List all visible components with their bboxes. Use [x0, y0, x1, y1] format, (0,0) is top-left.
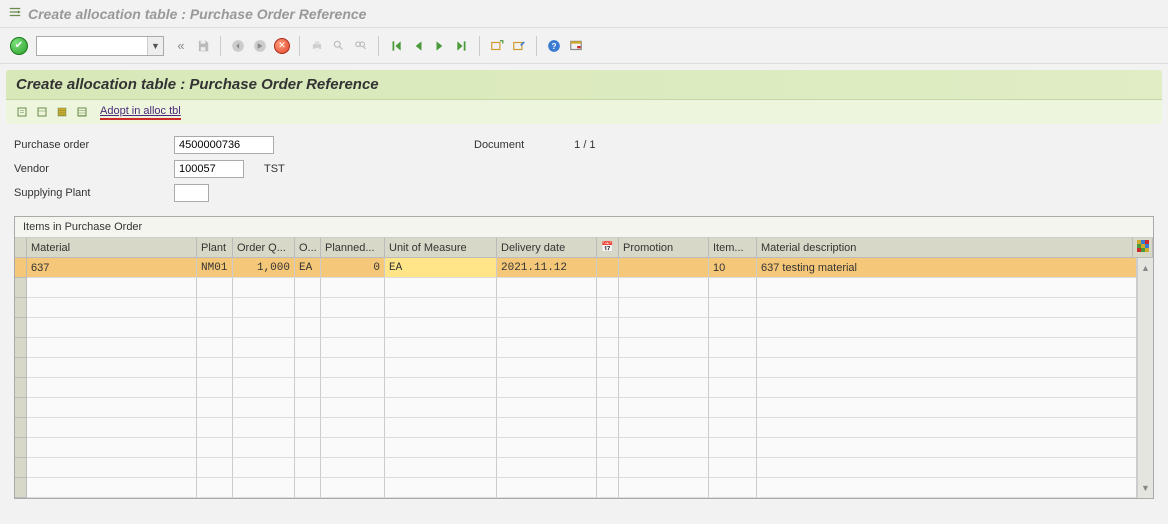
col-calendar-icon[interactable]: 📅: [597, 238, 619, 258]
svg-text:?: ?: [552, 41, 557, 50]
cell-item[interactable]: 10: [709, 258, 757, 278]
detail-icon[interactable]: [14, 104, 30, 120]
table-row-empty[interactable]: [15, 398, 1153, 418]
deselect-all-icon[interactable]: [74, 104, 90, 120]
col-plant[interactable]: Plant: [197, 238, 233, 258]
window-title: Create allocation table : Purchase Order…: [28, 6, 366, 22]
plant-input[interactable]: [174, 184, 209, 202]
col-description[interactable]: Material description: [757, 238, 1133, 258]
form-area: Purchase order Document 1 / 1 Vendor TST…: [6, 124, 1162, 216]
cancel-icon[interactable]: ✕: [273, 37, 291, 55]
cell-calendar[interactable]: [597, 258, 619, 278]
table-row-empty[interactable]: ▼: [15, 478, 1153, 498]
scroll-up-icon[interactable]: ▲: [1137, 258, 1153, 278]
po-label: Purchase order: [14, 139, 174, 151]
command-input[interactable]: [37, 37, 147, 55]
col-planned[interactable]: Planned...: [321, 238, 385, 258]
table-row-empty[interactable]: [15, 338, 1153, 358]
row-handle-header[interactable]: [15, 238, 27, 258]
calendar-icon: 📅: [601, 242, 613, 253]
scroll-down-icon[interactable]: ▼: [1137, 478, 1153, 498]
table-row-empty[interactable]: [15, 438, 1153, 458]
exit-icon[interactable]: [251, 37, 269, 55]
overview-icon[interactable]: [34, 104, 50, 120]
vendor-label: Vendor: [14, 163, 174, 175]
scroll-track[interactable]: [1137, 278, 1153, 298]
cell-plant[interactable]: NM01: [197, 258, 233, 278]
document-label: Document: [474, 139, 524, 151]
table-row-empty[interactable]: [15, 298, 1153, 318]
vendor-input[interactable]: [174, 160, 244, 178]
app-toolbar: ✔ ▼ « ✕ ?: [0, 28, 1168, 64]
layout-icon[interactable]: [567, 37, 585, 55]
cell-uom[interactable]: EA: [385, 258, 497, 278]
save-icon[interactable]: [194, 37, 212, 55]
find-icon[interactable]: [330, 37, 348, 55]
cell-promotion[interactable]: [619, 258, 709, 278]
prev-page-icon[interactable]: [409, 37, 427, 55]
cell-order-uom[interactable]: EA: [295, 258, 321, 278]
panel-toolbar: Adopt in alloc tbl: [6, 99, 1162, 124]
back-nav-icon[interactable]: [229, 37, 247, 55]
menu-icon[interactable]: [8, 5, 22, 22]
panel-header: Create allocation table : Purchase Order…: [6, 70, 1162, 99]
new-session-icon[interactable]: [488, 37, 506, 55]
chevron-down-icon[interactable]: ▼: [147, 37, 163, 55]
next-page-icon[interactable]: [431, 37, 449, 55]
content-area: Create allocation table : Purchase Order…: [0, 64, 1168, 499]
col-promotion[interactable]: Promotion: [619, 238, 709, 258]
cell-planned[interactable]: 0: [321, 258, 385, 278]
find-next-icon[interactable]: [352, 37, 370, 55]
command-field[interactable]: ▼: [36, 36, 164, 56]
vendor-name: TST: [264, 163, 285, 175]
back-icon[interactable]: «: [172, 37, 190, 55]
ok-icon[interactable]: ✔: [10, 37, 28, 55]
table-row-empty[interactable]: [15, 418, 1153, 438]
grid-header-row: Material Plant Order Q... O... Planned..…: [15, 238, 1153, 258]
col-config[interactable]: [1133, 238, 1153, 258]
items-grid: Material Plant Order Q... O... Planned..…: [15, 238, 1153, 498]
col-delivery[interactable]: Delivery date: [497, 238, 597, 258]
config-icon: [1137, 240, 1149, 255]
shortcut-icon[interactable]: [510, 37, 528, 55]
table-row[interactable]: 637 NM01 1,000 EA 0 EA 2021.11.12 10 637…: [15, 258, 1153, 278]
cell-delivery[interactable]: 2021.11.12: [497, 258, 597, 278]
col-order-qty[interactable]: Order Q...: [233, 238, 295, 258]
row-handle[interactable]: [15, 258, 27, 278]
help-icon[interactable]: ?: [545, 37, 563, 55]
select-all-icon[interactable]: [54, 104, 70, 120]
grid-container: Items in Purchase Order Material Plant O…: [14, 216, 1154, 499]
table-row-empty[interactable]: [15, 318, 1153, 338]
print-icon[interactable]: [308, 37, 326, 55]
table-row-empty[interactable]: [15, 278, 1153, 298]
first-page-icon[interactable]: [387, 37, 405, 55]
table-row-empty[interactable]: [15, 378, 1153, 398]
last-page-icon[interactable]: [453, 37, 471, 55]
table-row-empty[interactable]: [15, 458, 1153, 478]
title-bar: Create allocation table : Purchase Order…: [0, 0, 1168, 28]
cell-material[interactable]: 637: [27, 258, 197, 278]
po-input[interactable]: [174, 136, 274, 154]
adopt-button[interactable]: Adopt in alloc tbl: [100, 105, 181, 120]
document-value: 1 / 1: [574, 139, 595, 151]
table-row-empty[interactable]: [15, 358, 1153, 378]
col-uom[interactable]: Unit of Measure: [385, 238, 497, 258]
col-order-uom[interactable]: O...: [295, 238, 321, 258]
plant-label: Supplying Plant: [14, 187, 174, 199]
cell-description[interactable]: 637 testing material: [757, 258, 1137, 278]
cell-order-qty[interactable]: 1,000: [233, 258, 295, 278]
grid-title: Items in Purchase Order: [15, 217, 1153, 238]
col-material[interactable]: Material: [27, 238, 197, 258]
col-item[interactable]: Item...: [709, 238, 757, 258]
